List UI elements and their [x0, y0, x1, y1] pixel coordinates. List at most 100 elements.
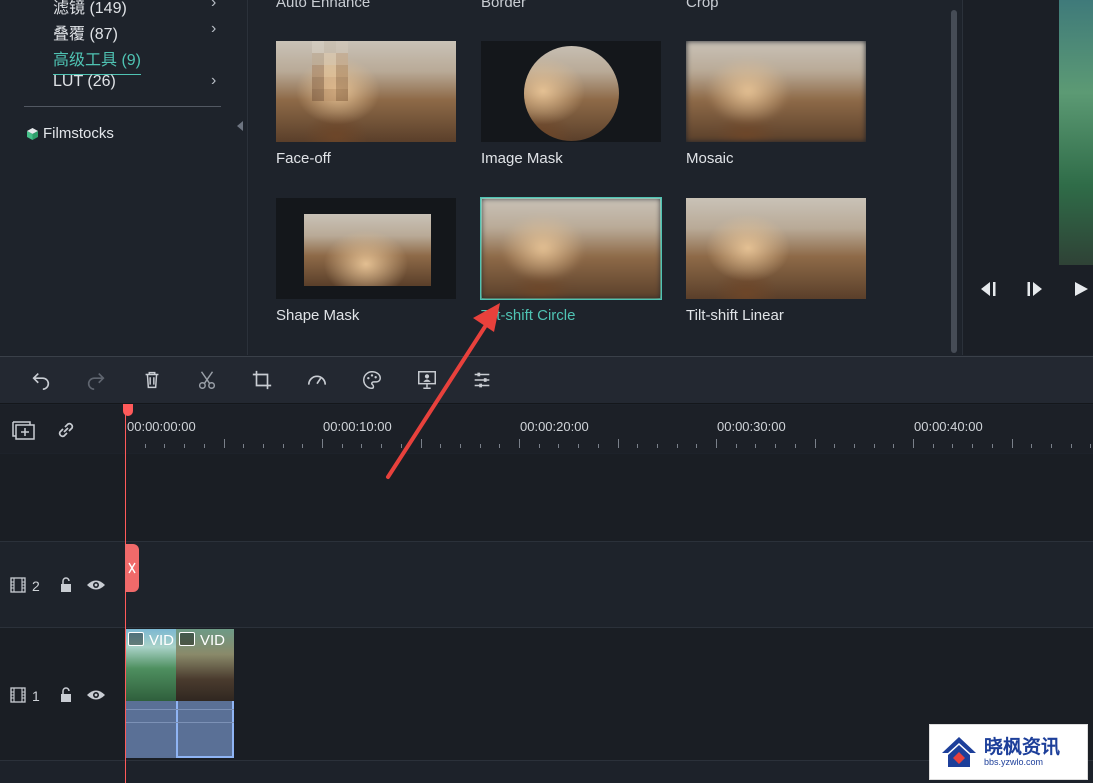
ruler-tick	[558, 444, 559, 448]
clip-audio-line	[176, 709, 234, 710]
track-number: 1	[32, 688, 40, 704]
ruler-tick	[224, 439, 225, 448]
ruler-tick	[460, 444, 461, 448]
effect-label: Crop	[686, 0, 719, 11]
link-icon[interactable]	[55, 419, 77, 441]
ruler-tick	[755, 444, 756, 448]
effect-thumbnail-image-mask[interactable]	[481, 41, 661, 142]
thumbnail-image	[524, 46, 619, 141]
unlock-icon[interactable]	[59, 687, 73, 703]
eye-icon[interactable]	[86, 578, 106, 592]
effect-thumbnail-face-off[interactable]	[276, 41, 456, 142]
collapse-sidebar-icon[interactable]	[237, 121, 243, 131]
film-clip-icon	[128, 632, 144, 646]
filmstocks-cube-icon	[27, 127, 38, 140]
adjust-button[interactable]	[470, 368, 494, 392]
playhead-scissors-knob[interactable]	[125, 544, 139, 592]
color-button[interactable]	[360, 368, 384, 392]
ruler-tick	[421, 439, 422, 448]
track-2[interactable]	[125, 542, 1093, 627]
chevron-right-icon[interactable]: ›	[211, 20, 216, 38]
ruler-tick	[263, 444, 264, 448]
redo-button[interactable]	[84, 368, 108, 392]
category-filters[interactable]: 滤镜 (149)	[53, 0, 127, 18]
pixelation-overlay	[312, 41, 348, 101]
effect-thumbnail-tilt-shift-circle[interactable]	[480, 197, 662, 300]
track-header-2: 2	[0, 542, 125, 627]
thumbnail-image	[481, 198, 661, 299]
effect-label: Tilt-shift Linear	[686, 307, 784, 324]
category-utility[interactable]: 高级工具 (9)	[53, 46, 142, 75]
effects-grid: Auto Enhance Border Crop Face-off Image …	[249, 0, 961, 355]
timeline-ruler[interactable]: 00:00:00:00 00:00:10:00 00:00:20:00 00:0…	[125, 405, 1093, 453]
sliders-icon	[474, 372, 490, 388]
eye-icon[interactable]	[86, 688, 106, 702]
chevron-right-icon[interactable]: ›	[211, 0, 216, 12]
step-forward-icon[interactable]	[1025, 280, 1045, 298]
ruler-tick	[736, 444, 737, 448]
ruler-tick	[361, 444, 362, 448]
timecode-label: 00:00:10:00	[323, 419, 392, 434]
category-lut[interactable]: LUT (26)	[53, 73, 116, 91]
clip-audio-line	[176, 722, 234, 723]
preview-panel	[962, 0, 1093, 355]
chevron-right-icon[interactable]: ›	[211, 72, 216, 90]
play-icon[interactable]	[1071, 280, 1091, 298]
effect-label: Tilt-shift Circle	[481, 307, 576, 324]
filmstocks-label: Filmstocks	[43, 125, 114, 142]
add-track-icon[interactable]	[11, 420, 37, 442]
palette-icon	[363, 371, 381, 389]
effect-thumbnail-mosaic[interactable]	[686, 41, 866, 142]
ruler-tick	[164, 444, 165, 448]
category-overlays[interactable]: 叠覆 (87)	[53, 20, 118, 44]
crop-button[interactable]	[250, 368, 274, 392]
timecode-label: 00:00:00:00	[127, 419, 196, 434]
clip-label: VID	[149, 632, 175, 649]
ruler-tick	[854, 444, 855, 448]
ruler-tick	[598, 444, 599, 448]
speed-button[interactable]	[305, 368, 329, 392]
timecode-label: 00:00:30:00	[717, 419, 786, 434]
playhead-line[interactable]	[125, 404, 126, 783]
ruler-tick	[539, 444, 540, 448]
video-clip[interactable]: VID	[176, 629, 234, 758]
house-logo-icon	[942, 737, 976, 767]
ruler-tick	[401, 444, 402, 448]
delete-button[interactable]	[140, 368, 164, 392]
record-button[interactable]	[415, 368, 439, 392]
ruler-tick	[1090, 444, 1091, 448]
effects-scrollbar[interactable]	[951, 10, 957, 353]
video-clip[interactable]: VID	[125, 629, 176, 758]
ruler-tick	[775, 444, 776, 448]
timecode-label: 00:00:40:00	[914, 419, 983, 434]
ruler-tick	[795, 444, 796, 448]
track-number: 2	[32, 578, 40, 594]
effect-thumbnail-tilt-shift-linear[interactable]	[686, 198, 866, 299]
clip-audio-line	[125, 709, 176, 710]
ruler-tick	[342, 444, 343, 448]
step-back-icon[interactable]	[978, 280, 998, 298]
unlock-icon[interactable]	[59, 577, 73, 593]
redo-icon	[87, 372, 105, 390]
ruler-tick	[913, 439, 914, 448]
ruler-tick	[480, 444, 481, 448]
playhead-handle[interactable]	[123, 404, 133, 416]
filmstocks-item[interactable]: Filmstocks	[26, 125, 114, 142]
effect-thumbnail-shape-mask[interactable]	[276, 198, 456, 299]
effect-label: Auto Enhance	[276, 0, 371, 11]
watermark-logo: 晓枫资讯 bbs.yzwlo.com	[929, 724, 1088, 780]
track-empty[interactable]	[125, 454, 1093, 541]
watermark-url: bbs.yzwlo.com	[984, 756, 1044, 767]
thumbnail-image	[686, 41, 866, 142]
ruler-tick	[145, 444, 146, 448]
effect-label: Image Mask	[481, 150, 563, 167]
cut-button[interactable]	[195, 368, 219, 392]
ruler-tick	[992, 444, 993, 448]
edit-toolbar	[0, 356, 1093, 404]
ruler-tick	[1031, 444, 1032, 448]
ruler-tick	[1051, 444, 1052, 448]
ruler-tick	[243, 444, 244, 448]
undo-button[interactable]	[29, 368, 53, 392]
preview-image	[1059, 0, 1093, 265]
ruler-tick	[578, 444, 579, 448]
